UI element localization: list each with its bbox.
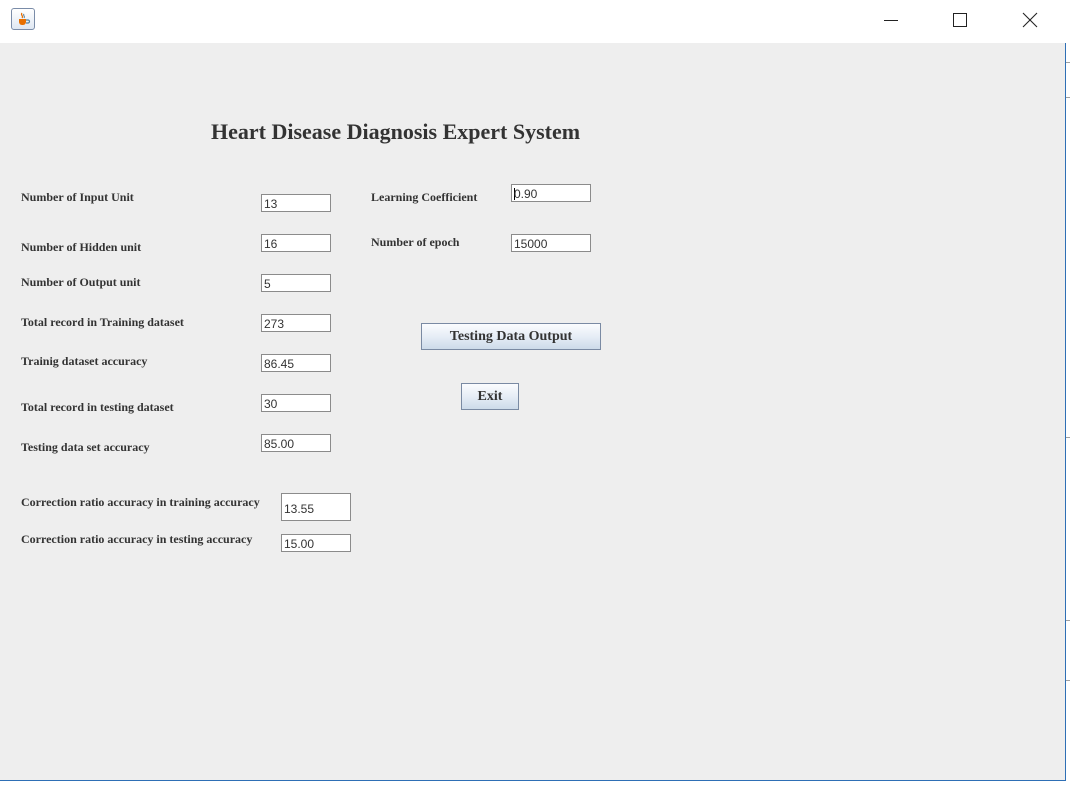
background-divider [1066,620,1070,621]
close-button[interactable] [1007,0,1053,40]
background-divider [1066,680,1070,681]
epochs-label: Number of epoch [371,235,460,249]
learning-coefficient-label: Learning Coefficient [371,190,478,204]
background-divider [1066,97,1070,98]
app-window: Heart Disease Diagnosis Expert System Nu… [0,0,1066,781]
correction-training-field[interactable]: 13.55 [281,493,351,521]
maximize-icon [953,13,967,27]
hidden-units-label: Number of Hidden unit [21,240,142,254]
input-units-field[interactable]: 13 [261,194,331,212]
training-accuracy-field[interactable]: 86.45 [261,354,331,372]
page-title: Heart Disease Diagnosis Expert System [211,119,581,144]
minimize-button[interactable] [868,0,914,40]
title-bar[interactable] [0,0,1066,43]
close-icon [1022,12,1038,28]
exit-button[interactable]: Exit [461,383,519,410]
testing-records-field[interactable]: 30 [261,394,331,412]
training-accuracy-label: Trainig dataset accuracy [21,354,148,368]
input-units-label: Number of Input Unit [21,190,134,204]
background-window-edge [1066,43,1070,785]
testing-data-output-button[interactable]: Testing Data Output [421,323,601,350]
testing-accuracy-label: Testing data set accuracy [21,440,150,454]
output-units-label: Number of Output unit [21,275,141,289]
java-cup-icon[interactable] [11,8,35,30]
training-records-label: Total record in Training dataset [21,315,184,329]
testing-records-label: Total record in testing dataset [21,400,174,414]
testing-accuracy-field[interactable]: 85.00 [261,434,331,452]
training-records-field[interactable]: 273 [261,314,331,332]
learning-coefficient-field[interactable]: 0.90 [511,184,591,202]
hidden-units-field[interactable]: 16 [261,234,331,252]
output-units-field[interactable]: 5 [261,274,331,292]
minimize-icon [884,20,898,21]
correction-training-label: Correction ratio accuracy in training ac… [21,495,260,509]
correction-testing-label: Correction ratio accuracy in testing acc… [21,532,253,546]
learning-coefficient-value: 0.90 [514,187,538,201]
background-divider [1066,437,1070,438]
background-taskbar-edge [0,781,1070,785]
epochs-field[interactable]: 15000 [511,234,591,252]
correction-testing-field[interactable]: 15.00 [281,534,351,552]
background-divider [1066,62,1070,63]
maximize-button[interactable] [937,0,983,40]
